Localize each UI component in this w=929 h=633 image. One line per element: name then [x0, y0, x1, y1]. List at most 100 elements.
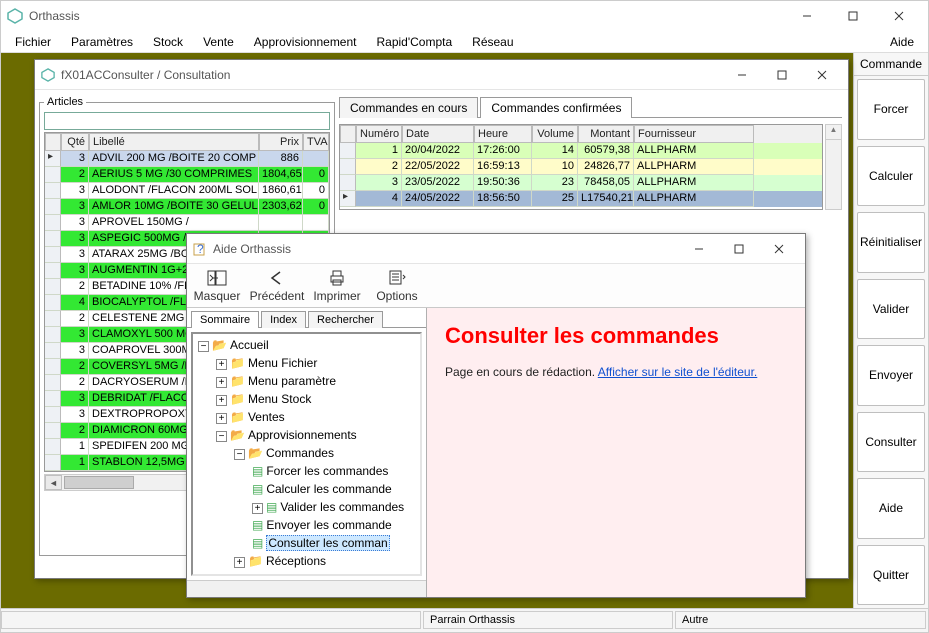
orders-vscrollbar[interactable]: ▲	[825, 124, 842, 210]
col-heure[interactable]: Heure	[474, 125, 532, 143]
child-maximize-button[interactable]	[762, 61, 802, 89]
table-row[interactable]: 3AMLOR 10MG /BOITE 30 GELUL2303,620	[45, 199, 329, 215]
table-row[interactable]: 424/05/202218:56:5025L17540,21ALLPHARM	[340, 191, 822, 207]
expand-icon[interactable]: +	[216, 395, 227, 406]
col-qte[interactable]: Qté	[61, 133, 89, 151]
row-selector[interactable]	[45, 455, 61, 471]
expand-icon[interactable]: +	[216, 377, 227, 388]
child-close-button[interactable]	[802, 61, 842, 89]
reinitialiser-button[interactable]: Réinitialiser	[857, 212, 925, 273]
forcer-button[interactable]: Forcer	[857, 79, 925, 140]
table-row[interactable]: 120/04/202217:26:001460579,38ALLPHARM	[340, 143, 822, 159]
help-precedent-button[interactable]: Précédent	[251, 266, 303, 305]
col-prix[interactable]: Prix	[259, 133, 303, 151]
row-selector[interactable]	[45, 439, 61, 455]
expand-icon[interactable]: +	[252, 503, 263, 514]
row-selector[interactable]	[340, 159, 356, 175]
valider-button[interactable]: Valider	[857, 279, 925, 340]
row-selector[interactable]	[45, 199, 61, 215]
row-selector[interactable]	[45, 279, 61, 295]
help-tree[interactable]: −📂Accueil +📁Menu Fichier +📁Menu paramètr…	[191, 332, 422, 576]
expand-icon[interactable]: +	[216, 413, 227, 424]
help-editor-link[interactable]: Afficher sur le site de l'éditeur.	[598, 365, 758, 379]
row-selector[interactable]	[45, 375, 61, 391]
row-selector[interactable]	[45, 263, 61, 279]
tree-commandes[interactable]: Commandes	[266, 446, 334, 460]
tree-envoyer-commandes[interactable]: Envoyer les commande	[266, 518, 391, 532]
collapse-icon[interactable]: −	[234, 449, 245, 460]
menu-reseau[interactable]: Réseau	[462, 33, 523, 51]
tree-accueil[interactable]: Accueil	[230, 338, 269, 352]
tree-ventes[interactable]: Ventes	[248, 410, 285, 424]
tree-consulter-commandes[interactable]: Consulter les comman	[266, 535, 389, 551]
row-selector[interactable]	[45, 407, 61, 423]
menu-fichier[interactable]: Fichier	[5, 33, 61, 51]
col-libelle[interactable]: Libellé	[89, 133, 259, 151]
tab-commandes-encours[interactable]: Commandes en cours	[339, 97, 478, 118]
table-row[interactable]: 3ADVIL 200 MG /BOITE 20 COMP886	[45, 151, 329, 167]
row-selector[interactable]	[45, 183, 61, 199]
row-selector[interactable]	[45, 423, 61, 439]
table-row[interactable]: 3APROVEL 150MG /	[45, 215, 329, 231]
minimize-button[interactable]	[784, 1, 830, 31]
expand-icon[interactable]: +	[216, 359, 227, 370]
row-selector[interactable]	[340, 191, 356, 207]
tree-menu-stock[interactable]: Menu Stock	[248, 392, 311, 406]
row-selector[interactable]	[45, 215, 61, 231]
col-fournisseur[interactable]: Fournisseur	[634, 125, 754, 143]
table-row[interactable]: 323/05/202219:50:362378458,05ALLPHARM	[340, 175, 822, 191]
row-selector[interactable]	[45, 231, 61, 247]
tab-commandes-confirmees[interactable]: Commandes confirmées	[480, 97, 632, 118]
expand-icon[interactable]: +	[216, 575, 227, 576]
help-options-button[interactable]: Options	[371, 266, 423, 305]
row-selector[interactable]	[45, 359, 61, 375]
child-minimize-button[interactable]	[722, 61, 762, 89]
help-imprimer-button[interactable]: Imprimer	[311, 266, 363, 305]
tab-sommaire[interactable]: Sommaire	[191, 311, 259, 328]
table-row[interactable]: 3ALODONT /FLACON 200ML SOL1860,610	[45, 183, 329, 199]
menu-rapidcompta[interactable]: Rapid'Compta	[367, 33, 463, 51]
row-selector[interactable]	[340, 175, 356, 191]
scroll-left-icon[interactable]: ◄	[45, 475, 62, 490]
table-row[interactable]: 222/05/202216:59:131024826,77ALLPHARM	[340, 159, 822, 175]
tree-menu-fichier[interactable]: Menu Fichier	[248, 356, 317, 370]
col-volume[interactable]: Volume	[532, 125, 578, 143]
row-selector[interactable]	[45, 343, 61, 359]
col-date[interactable]: Date	[402, 125, 474, 143]
tree-approvisionnements[interactable]: Approvisionnements	[248, 428, 357, 442]
quitter-button[interactable]: Quitter	[857, 545, 925, 606]
col-tva[interactable]: TVA	[303, 133, 329, 151]
articles-filter-input[interactable]	[44, 112, 330, 130]
consulter-button[interactable]: Consulter	[857, 412, 925, 473]
tree-receptions[interactable]: Réceptions	[266, 554, 326, 568]
aide-button[interactable]: Aide	[857, 478, 925, 539]
maximize-button[interactable]	[830, 1, 876, 31]
envoyer-button[interactable]: Envoyer	[857, 345, 925, 406]
tab-rechercher[interactable]: Rechercher	[308, 311, 383, 328]
help-minimize-button[interactable]	[679, 235, 719, 263]
help-masquer-button[interactable]: Masquer	[191, 266, 243, 305]
table-row[interactable]: 2AERIUS 5 MG /30 COMPRIMES1804,650	[45, 167, 329, 183]
col-numero[interactable]: Numéro	[356, 125, 402, 143]
menu-stock[interactable]: Stock	[143, 33, 193, 51]
row-selector[interactable]	[45, 391, 61, 407]
row-selector[interactable]	[340, 143, 356, 159]
tab-index[interactable]: Index	[261, 311, 306, 328]
row-selector[interactable]	[45, 327, 61, 343]
close-button[interactable]	[876, 1, 922, 31]
help-close-button[interactable]	[759, 235, 799, 263]
menu-vente[interactable]: Vente	[193, 33, 244, 51]
tree-calculer-commandes[interactable]: Calculer les commande	[266, 482, 391, 496]
col-montant[interactable]: Montant	[578, 125, 634, 143]
expand-icon[interactable]: +	[234, 557, 245, 568]
menu-approvisionnement[interactable]: Approvisionnement	[244, 33, 367, 51]
tree-rapidcompta[interactable]: Rapid'Compta®	[248, 572, 333, 576]
row-selector[interactable]	[45, 167, 61, 183]
collapse-icon[interactable]: −	[216, 431, 227, 442]
tree-hscrollbar[interactable]	[187, 580, 426, 597]
tree-menu-parametre[interactable]: Menu paramètre	[248, 374, 336, 388]
tree-forcer-commandes[interactable]: Forcer les commandes	[266, 464, 388, 478]
tree-valider-commandes[interactable]: Valider les commandes	[280, 500, 404, 514]
collapse-icon[interactable]: −	[198, 341, 209, 352]
scroll-thumb[interactable]	[64, 476, 134, 489]
